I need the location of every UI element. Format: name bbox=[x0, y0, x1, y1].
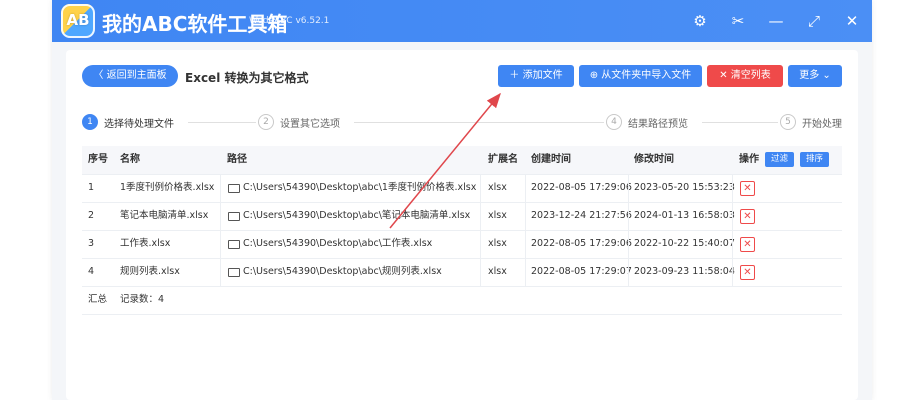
annotation-arrow-line bbox=[389, 92, 501, 229]
annotation-arrow bbox=[389, 92, 501, 229]
